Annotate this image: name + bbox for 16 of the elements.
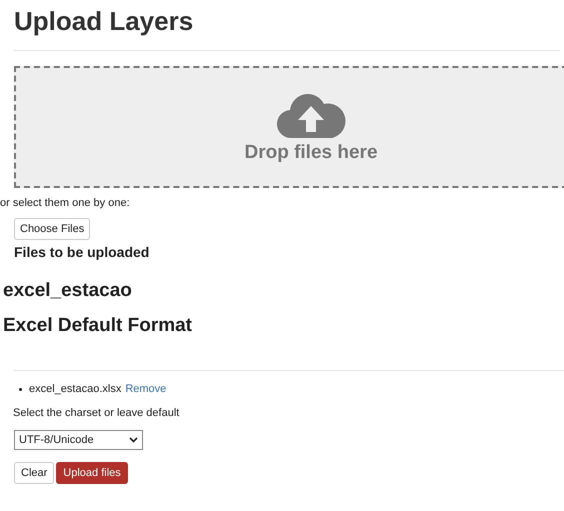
bullet-icon [19, 388, 22, 390]
charset-label: Select the charset or leave default [13, 407, 180, 419]
drop-label: Drop files here [244, 142, 378, 164]
select-hint: or select them one by one: [0, 197, 131, 209]
page-title: Upload Layers [14, 5, 194, 37]
remove-link[interactable]: Remove [125, 383, 166, 395]
choose-files-button[interactable]: Choose Files [14, 218, 90, 240]
charset-select[interactable]: UTF-8/Unicode [14, 430, 143, 450]
upload-button[interactable]: Upload files [56, 462, 128, 484]
format-heading: Excel Default Format [3, 315, 193, 337]
drop-zone[interactable]: Drop files here [14, 66, 564, 188]
layer-name: excel_estacao [3, 280, 133, 302]
files-heading: Files to be uploaded [14, 244, 150, 260]
file-name: excel_estacao.xlsx [29, 383, 122, 395]
chevron-down-icon [129, 437, 138, 443]
clear-button[interactable]: Clear [14, 462, 54, 484]
